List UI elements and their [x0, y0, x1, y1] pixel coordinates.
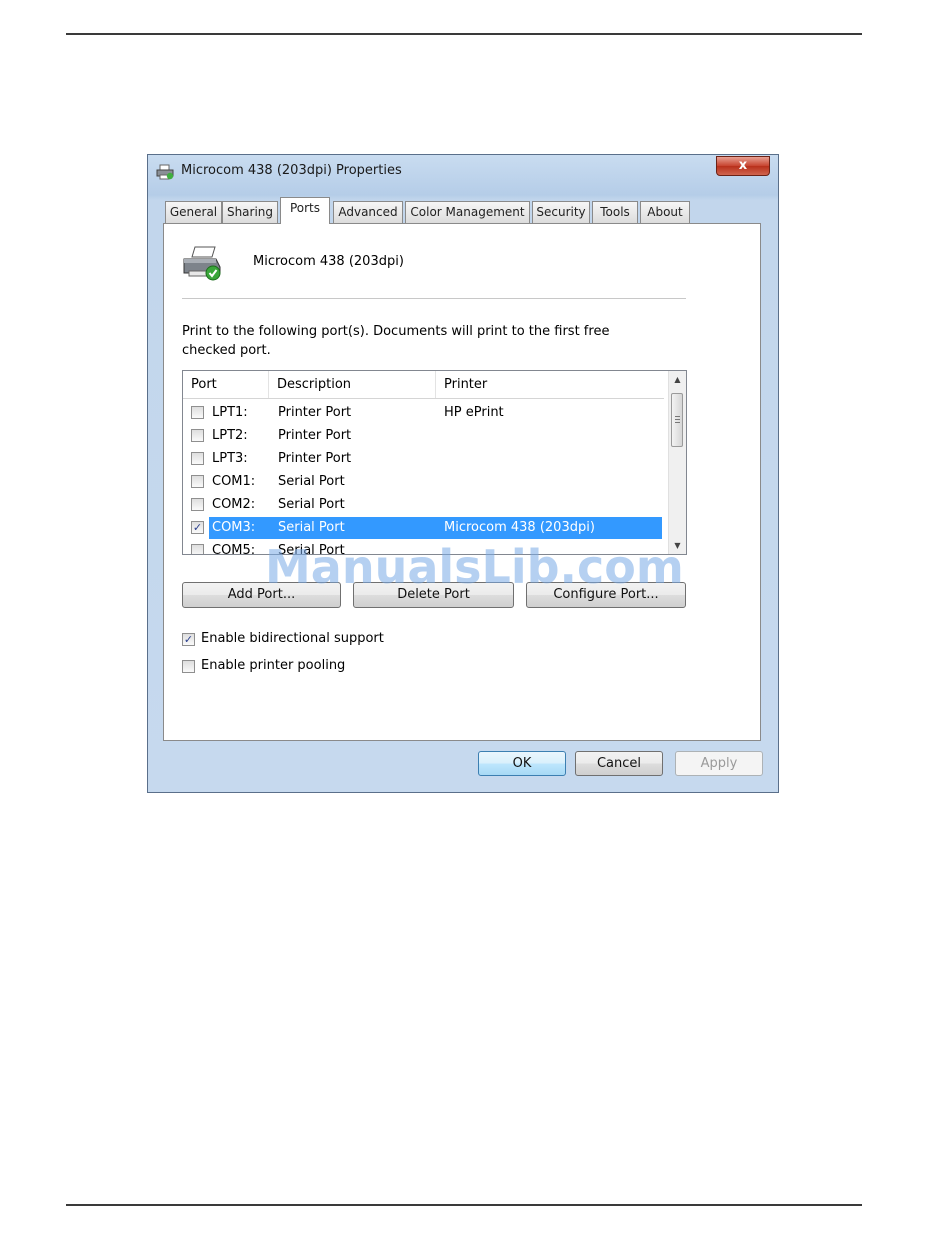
port-description: Printer Port — [278, 451, 352, 466]
port-printer: Microcom 438 (203dpi) — [444, 520, 595, 535]
printer-icon — [156, 164, 174, 180]
column-header-port[interactable]: Port — [183, 371, 269, 398]
instructions-line: Print to the following port(s). Document… — [182, 324, 610, 339]
port-row-lpt3[interactable]: LPT3: Printer Port — [183, 448, 664, 471]
port-name: LPT1: — [212, 405, 248, 420]
tab-color-management[interactable]: Color Management — [405, 201, 530, 223]
port-list[interactable]: Port Description Printer LPT1: Printer P… — [182, 370, 687, 555]
port-row-lpt2[interactable]: LPT2: Printer Port — [183, 425, 664, 448]
port-checkbox[interactable] — [191, 406, 204, 419]
bidirectional-checkbox[interactable]: ✓ — [182, 633, 195, 646]
port-printer: HP ePrint — [444, 405, 504, 420]
tab-about[interactable]: About — [640, 201, 690, 223]
close-button[interactable]: x — [716, 156, 770, 176]
instructions-line: checked port. — [182, 343, 271, 358]
port-instructions: Print to the following port(s). Document… — [182, 322, 622, 360]
printer-icon — [183, 246, 221, 281]
port-description: Serial Port — [278, 520, 345, 535]
port-checkbox[interactable] — [191, 475, 204, 488]
tab-sharing[interactable]: Sharing — [222, 201, 278, 223]
page-top-rule — [66, 33, 862, 35]
separator — [182, 298, 686, 299]
column-header-printer[interactable]: Printer — [436, 371, 664, 398]
close-icon: x — [738, 158, 748, 173]
port-checkbox[interactable] — [191, 498, 204, 511]
port-checkbox[interactable] — [191, 429, 204, 442]
port-row-com1[interactable]: COM1: Serial Port — [183, 471, 664, 494]
vertical-scrollbar[interactable]: ▲ ▼ — [668, 371, 686, 554]
ports-panel: Microcom 438 (203dpi) Print to the follo… — [163, 223, 761, 741]
port-name: LPT3: — [212, 451, 248, 466]
port-description: Printer Port — [278, 428, 352, 443]
port-list-header: Port Description Printer — [183, 371, 664, 399]
apply-button[interactable]: Apply — [675, 751, 763, 776]
port-name: COM2: — [212, 497, 256, 512]
bidirectional-label: Enable bidirectional support — [201, 631, 384, 646]
scroll-thumb[interactable] — [671, 393, 683, 447]
tab-tools[interactable]: Tools — [592, 201, 638, 223]
port-row-com3[interactable]: ✓ COM3: Serial Port Microcom 438 (203dpi… — [183, 517, 664, 540]
port-name: COM5: — [212, 543, 256, 555]
printer-name: Microcom 438 (203dpi) — [253, 254, 404, 269]
column-header-description[interactable]: Description — [269, 371, 436, 398]
port-name: COM3: — [212, 520, 256, 535]
tab-ports[interactable]: Ports — [280, 197, 330, 224]
page-bottom-rule — [66, 1204, 862, 1206]
port-row-lpt1[interactable]: LPT1: Printer Port HP ePrint — [183, 402, 664, 425]
port-name: COM1: — [212, 474, 256, 489]
pooling-checkbox[interactable] — [182, 660, 195, 673]
port-description: Serial Port — [278, 474, 345, 489]
scroll-up-arrow-icon[interactable]: ▲ — [669, 371, 686, 388]
title-bar[interactable]: Microcom 438 (203dpi) Properties x — [148, 155, 778, 189]
port-description: Printer Port — [278, 405, 352, 420]
port-name: LPT2: — [212, 428, 248, 443]
window-title: Microcom 438 (203dpi) Properties — [181, 163, 402, 178]
tab-security[interactable]: Security — [532, 201, 590, 223]
cancel-button[interactable]: Cancel — [575, 751, 663, 776]
port-checkbox[interactable]: ✓ — [191, 521, 204, 534]
tab-advanced[interactable]: Advanced — [333, 201, 403, 223]
properties-dialog: Microcom 438 (203dpi) Properties x Gener… — [147, 154, 779, 793]
watermark: ManualsLib.com — [265, 540, 684, 594]
ok-button[interactable]: OK — [478, 751, 566, 776]
port-description: Serial Port — [278, 497, 345, 512]
port-row-com2[interactable]: COM2: Serial Port — [183, 494, 664, 517]
port-checkbox[interactable] — [191, 452, 204, 465]
tab-general[interactable]: General — [165, 201, 222, 223]
port-checkbox[interactable] — [191, 544, 204, 554]
pooling-label: Enable printer pooling — [201, 658, 346, 673]
